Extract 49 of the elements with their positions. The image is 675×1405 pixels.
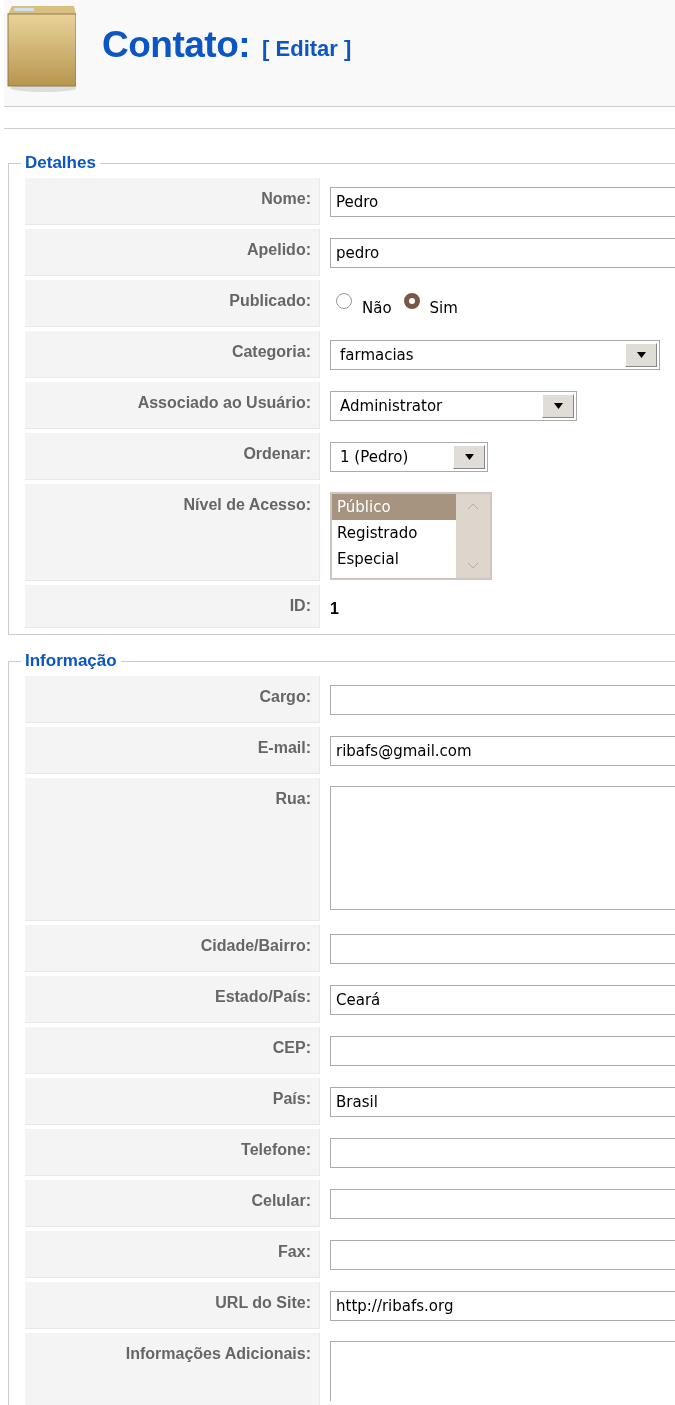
field-label: URL do Site: <box>25 1282 320 1329</box>
text-field[interactable] <box>330 684 675 715</box>
field-label: Informações Adicionais: <box>25 1333 320 1405</box>
dropdown[interactable]: farmacias <box>330 339 660 370</box>
field-value: 1 <box>330 598 339 618</box>
text-field[interactable] <box>330 1239 675 1270</box>
field-label: Apelido: <box>25 229 320 276</box>
scroll-down-icon[interactable] <box>467 562 479 570</box>
text-field[interactable] <box>330 1188 675 1219</box>
scrollbar[interactable] <box>456 494 490 578</box>
radio-label: Sim <box>429 297 458 317</box>
list-option[interactable]: Registrado <box>332 520 456 546</box>
dropdown[interactable]: Administrator <box>330 390 577 421</box>
field-label: Cargo: <box>25 676 320 723</box>
field-label: Publicado: <box>25 280 320 327</box>
radio-button[interactable] <box>403 292 420 309</box>
list-option[interactable]: Especial <box>332 546 456 572</box>
field-label: Ordenar: <box>25 433 320 480</box>
text-field[interactable]: Ceará <box>330 984 675 1015</box>
field-label: CEP: <box>25 1027 320 1074</box>
scroll-up-icon[interactable] <box>467 502 479 510</box>
text-field[interactable]: ribafs@gmail.com <box>330 735 675 766</box>
field-label: Rua: <box>25 778 320 921</box>
dropdown[interactable]: 1 (Pedro) <box>330 441 488 472</box>
text-field[interactable]: pedro <box>330 237 675 268</box>
field-label: Telefone: <box>25 1129 320 1176</box>
section-legend: Informação <box>21 651 121 671</box>
radio-button[interactable] <box>336 292 352 309</box>
field-label: Cidade/Bairro: <box>25 925 320 972</box>
text-field[interactable]: Brasil <box>330 1086 675 1117</box>
field-label: Nível de Acesso: <box>25 484 320 581</box>
text-field[interactable]: Pedro <box>330 186 675 217</box>
radio-label: Não <box>362 297 392 317</box>
text-field[interactable]: http://ribafs.org <box>330 1290 675 1321</box>
text-field[interactable] <box>330 933 675 964</box>
list-box[interactable]: Público Registrado Especial <box>330 492 492 580</box>
text-field[interactable] <box>330 1035 675 1066</box>
field-label: Fax: <box>25 1231 320 1278</box>
field-label: País: <box>25 1078 320 1125</box>
field-label: Categoria: <box>25 331 320 378</box>
field-label: Associado ao Usuário: <box>25 382 320 429</box>
page-title: Contato: <box>102 24 251 66</box>
field-label: Celular: <box>25 1180 320 1227</box>
field-label: ID: <box>25 585 320 628</box>
edit-link[interactable]: [ Editar ] <box>262 36 352 62</box>
field-label: Estado/País: <box>25 976 320 1023</box>
text-field[interactable] <box>330 1137 675 1168</box>
field-label: E-mail: <box>25 727 320 774</box>
field-label: Nome: <box>25 178 320 225</box>
